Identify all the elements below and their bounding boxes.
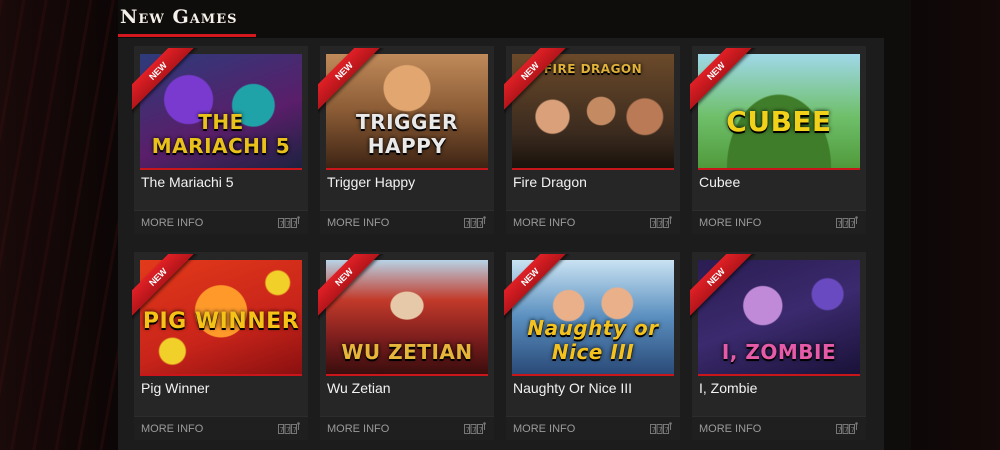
svg-text:7: 7 (466, 426, 470, 434)
game-thumbnail[interactable]: FIRE DRAGON (512, 54, 674, 168)
game-thumbnail[interactable]: CUBEE (698, 54, 860, 168)
svg-text:7: 7 (286, 220, 290, 228)
game-logo: THE MARIACHI 5 (151, 110, 291, 158)
game-logo: Naughty or Nice III (527, 316, 659, 364)
svg-text:7: 7 (665, 426, 669, 434)
game-thumbnail[interactable]: I, ZOMBIE (698, 260, 860, 374)
game-thumbnail[interactable]: TRIGGER HAPPY (326, 54, 488, 168)
info-bar: MORE INFO 777 (692, 416, 866, 440)
info-bar: MORE INFO 777 (506, 416, 680, 440)
thumbnail-divider (140, 168, 302, 170)
slot-machine-icon: 777 (650, 216, 672, 228)
background-right (911, 0, 1000, 450)
svg-text:7: 7 (466, 220, 470, 228)
svg-text:7: 7 (658, 426, 662, 434)
svg-text:7: 7 (479, 220, 483, 228)
svg-text:7: 7 (652, 220, 656, 228)
svg-text:7: 7 (472, 220, 476, 228)
thumbnail-divider (326, 168, 488, 170)
game-title[interactable]: Fire Dragon (513, 174, 587, 190)
slot-machine-icon: 777 (836, 422, 858, 434)
info-bar: MORE INFO 777 (134, 210, 308, 234)
more-info-link[interactable]: MORE INFO (699, 423, 761, 435)
game-logo: FIRE DRAGON (543, 62, 643, 76)
game-title[interactable]: Naughty Or Nice III (513, 380, 632, 396)
game-title[interactable]: The Mariachi 5 (141, 174, 234, 190)
thumbnail-divider (512, 374, 674, 376)
game-thumbnail[interactable]: WU ZETIAN (326, 260, 488, 374)
section-title: New Games (120, 6, 238, 28)
svg-text:7: 7 (851, 220, 855, 228)
game-card[interactable]: THE MARIACHI 5 NEW The Mariachi 5 MORE I… (132, 46, 308, 234)
slot-machine-icon: 777 (278, 216, 300, 228)
game-logo: TRIGGER HAPPY (356, 110, 458, 158)
slot-machine-icon: 777 (278, 422, 300, 434)
slot-machine-icon: 777 (650, 422, 672, 434)
svg-text:7: 7 (280, 426, 284, 434)
game-thumbnail[interactable]: THE MARIACHI 5 (140, 54, 302, 168)
game-card[interactable]: WU ZETIAN NEW Wu Zetian MORE INFO 777 (318, 252, 494, 440)
game-thumbnail[interactable]: Naughty or Nice III (512, 260, 674, 374)
svg-text:7: 7 (665, 220, 669, 228)
more-info-link[interactable]: MORE INFO (327, 423, 389, 435)
game-card[interactable]: Naughty or Nice III NEW Naughty Or Nice … (504, 252, 680, 440)
info-bar: MORE INFO 777 (506, 210, 680, 234)
svg-text:7: 7 (844, 426, 848, 434)
svg-text:7: 7 (280, 220, 284, 228)
game-thumbnail[interactable]: PIG WINNER (140, 260, 302, 374)
game-title[interactable]: Wu Zetian (327, 380, 391, 396)
more-info-link[interactable]: MORE INFO (513, 423, 575, 435)
game-card[interactable]: FIRE DRAGON NEW Fire Dragon MORE INFO 77… (504, 46, 680, 234)
games-grid: THE MARIACHI 5 NEW The Mariachi 5 MORE I… (118, 38, 884, 450)
svg-text:7: 7 (286, 426, 290, 434)
background-left (0, 0, 118, 450)
more-info-link[interactable]: MORE INFO (141, 217, 203, 229)
game-logo: WU ZETIAN (341, 340, 473, 364)
game-card[interactable]: I, ZOMBIE NEW I, Zombie MORE INFO 777 (690, 252, 866, 440)
more-info-link[interactable]: MORE INFO (327, 217, 389, 229)
game-logo: PIG WINNER (142, 309, 300, 334)
svg-text:7: 7 (479, 426, 483, 434)
slot-machine-icon: 777 (464, 422, 486, 434)
thumbnail-divider (326, 374, 488, 376)
thumbnail-divider (698, 168, 860, 170)
game-title[interactable]: Trigger Happy (327, 174, 415, 190)
game-title[interactable]: Cubee (699, 174, 740, 190)
game-card[interactable]: PIG WINNER NEW Pig Winner MORE INFO 777 (132, 252, 308, 440)
svg-text:7: 7 (293, 426, 297, 434)
game-logo: I, ZOMBIE (721, 340, 837, 364)
info-bar: MORE INFO 777 (320, 416, 494, 440)
more-info-link[interactable]: MORE INFO (513, 217, 575, 229)
svg-text:7: 7 (851, 426, 855, 434)
game-card[interactable]: TRIGGER HAPPY NEW Trigger Happy MORE INF… (318, 46, 494, 234)
game-card[interactable]: CUBEE NEW Cubee MORE INFO 777 (690, 46, 866, 234)
info-bar: MORE INFO 777 (320, 210, 494, 234)
svg-text:7: 7 (844, 220, 848, 228)
game-title[interactable]: Pig Winner (141, 380, 209, 396)
svg-text:7: 7 (838, 426, 842, 434)
svg-text:7: 7 (658, 220, 662, 228)
more-info-link[interactable]: MORE INFO (699, 217, 761, 229)
svg-text:7: 7 (293, 220, 297, 228)
thumbnail-divider (512, 168, 674, 170)
thumbnail-divider (698, 374, 860, 376)
section-title-underline (118, 34, 256, 37)
info-bar: MORE INFO 777 (134, 416, 308, 440)
info-bar: MORE INFO 777 (692, 210, 866, 234)
svg-text:7: 7 (838, 220, 842, 228)
game-title[interactable]: I, Zombie (699, 380, 757, 396)
slot-machine-icon: 777 (464, 216, 486, 228)
game-logo: CUBEE (726, 105, 832, 138)
svg-text:7: 7 (472, 426, 476, 434)
thumbnail-divider (140, 374, 302, 376)
slot-machine-icon: 777 (836, 216, 858, 228)
more-info-link[interactable]: MORE INFO (141, 423, 203, 435)
svg-text:7: 7 (652, 426, 656, 434)
